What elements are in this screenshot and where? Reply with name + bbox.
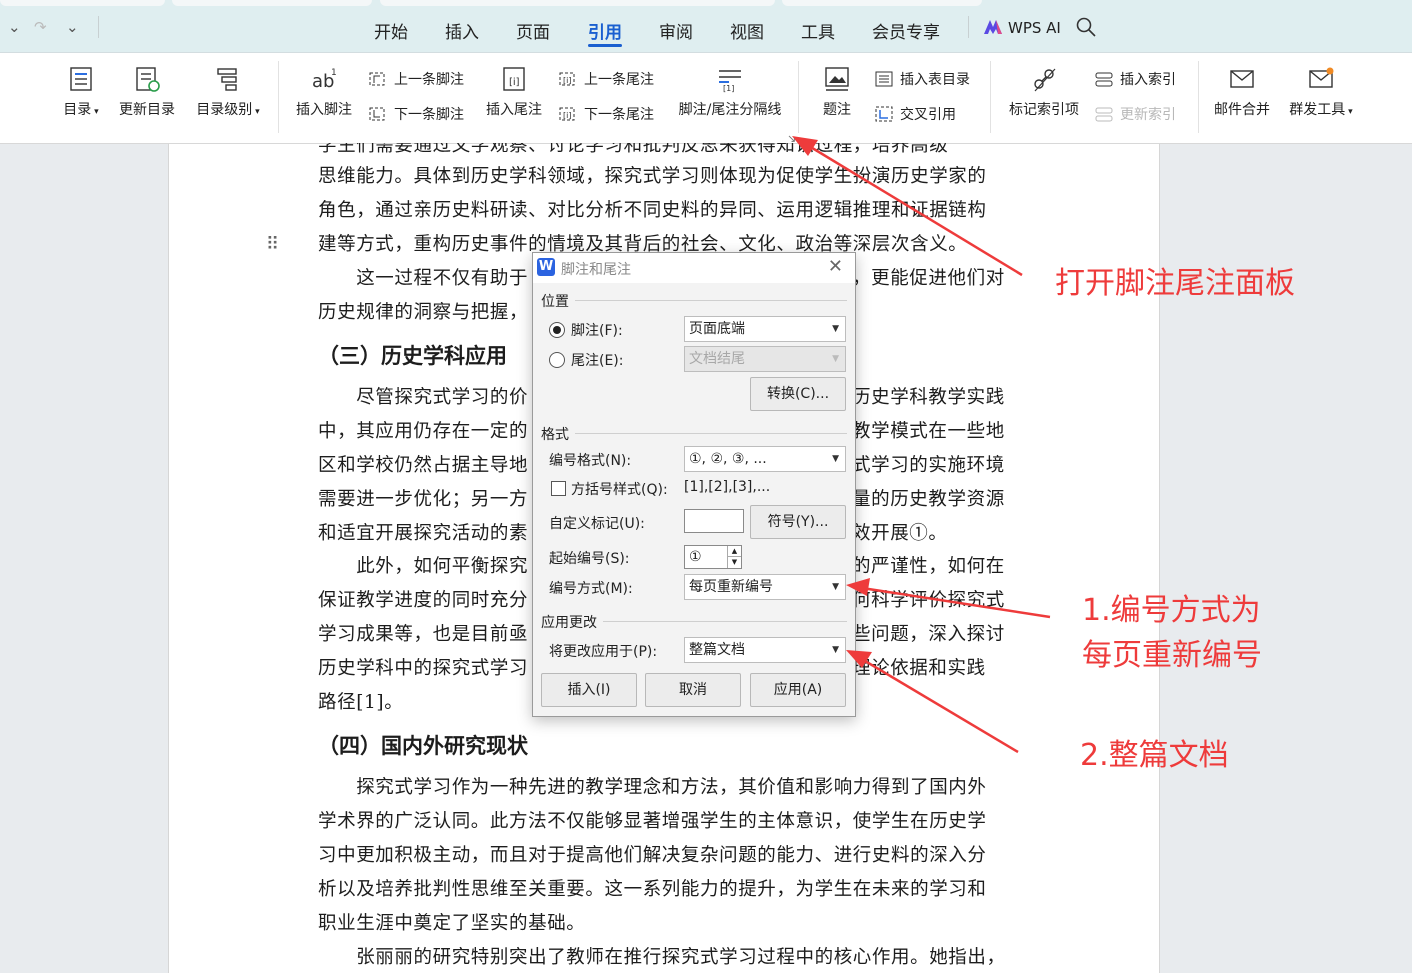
arrow-numbering — [846, 578, 1051, 619]
annotation-arrows — [792, 136, 1051, 754]
annotation-step1-line1: 1.编号方式为 — [1082, 593, 1261, 628]
annotation-open-panel: 打开脚注尾注面板 — [1055, 266, 1295, 301]
annotation-step2: 2.整篇文档 — [1080, 738, 1229, 773]
arrow-apply-to — [846, 650, 1019, 754]
arrow-open-panel — [792, 136, 1023, 277]
dialog-launcher-icon[interactable]: ↘ — [787, 132, 796, 145]
annotation-step1-line2: 每页重新编号 — [1082, 638, 1262, 673]
